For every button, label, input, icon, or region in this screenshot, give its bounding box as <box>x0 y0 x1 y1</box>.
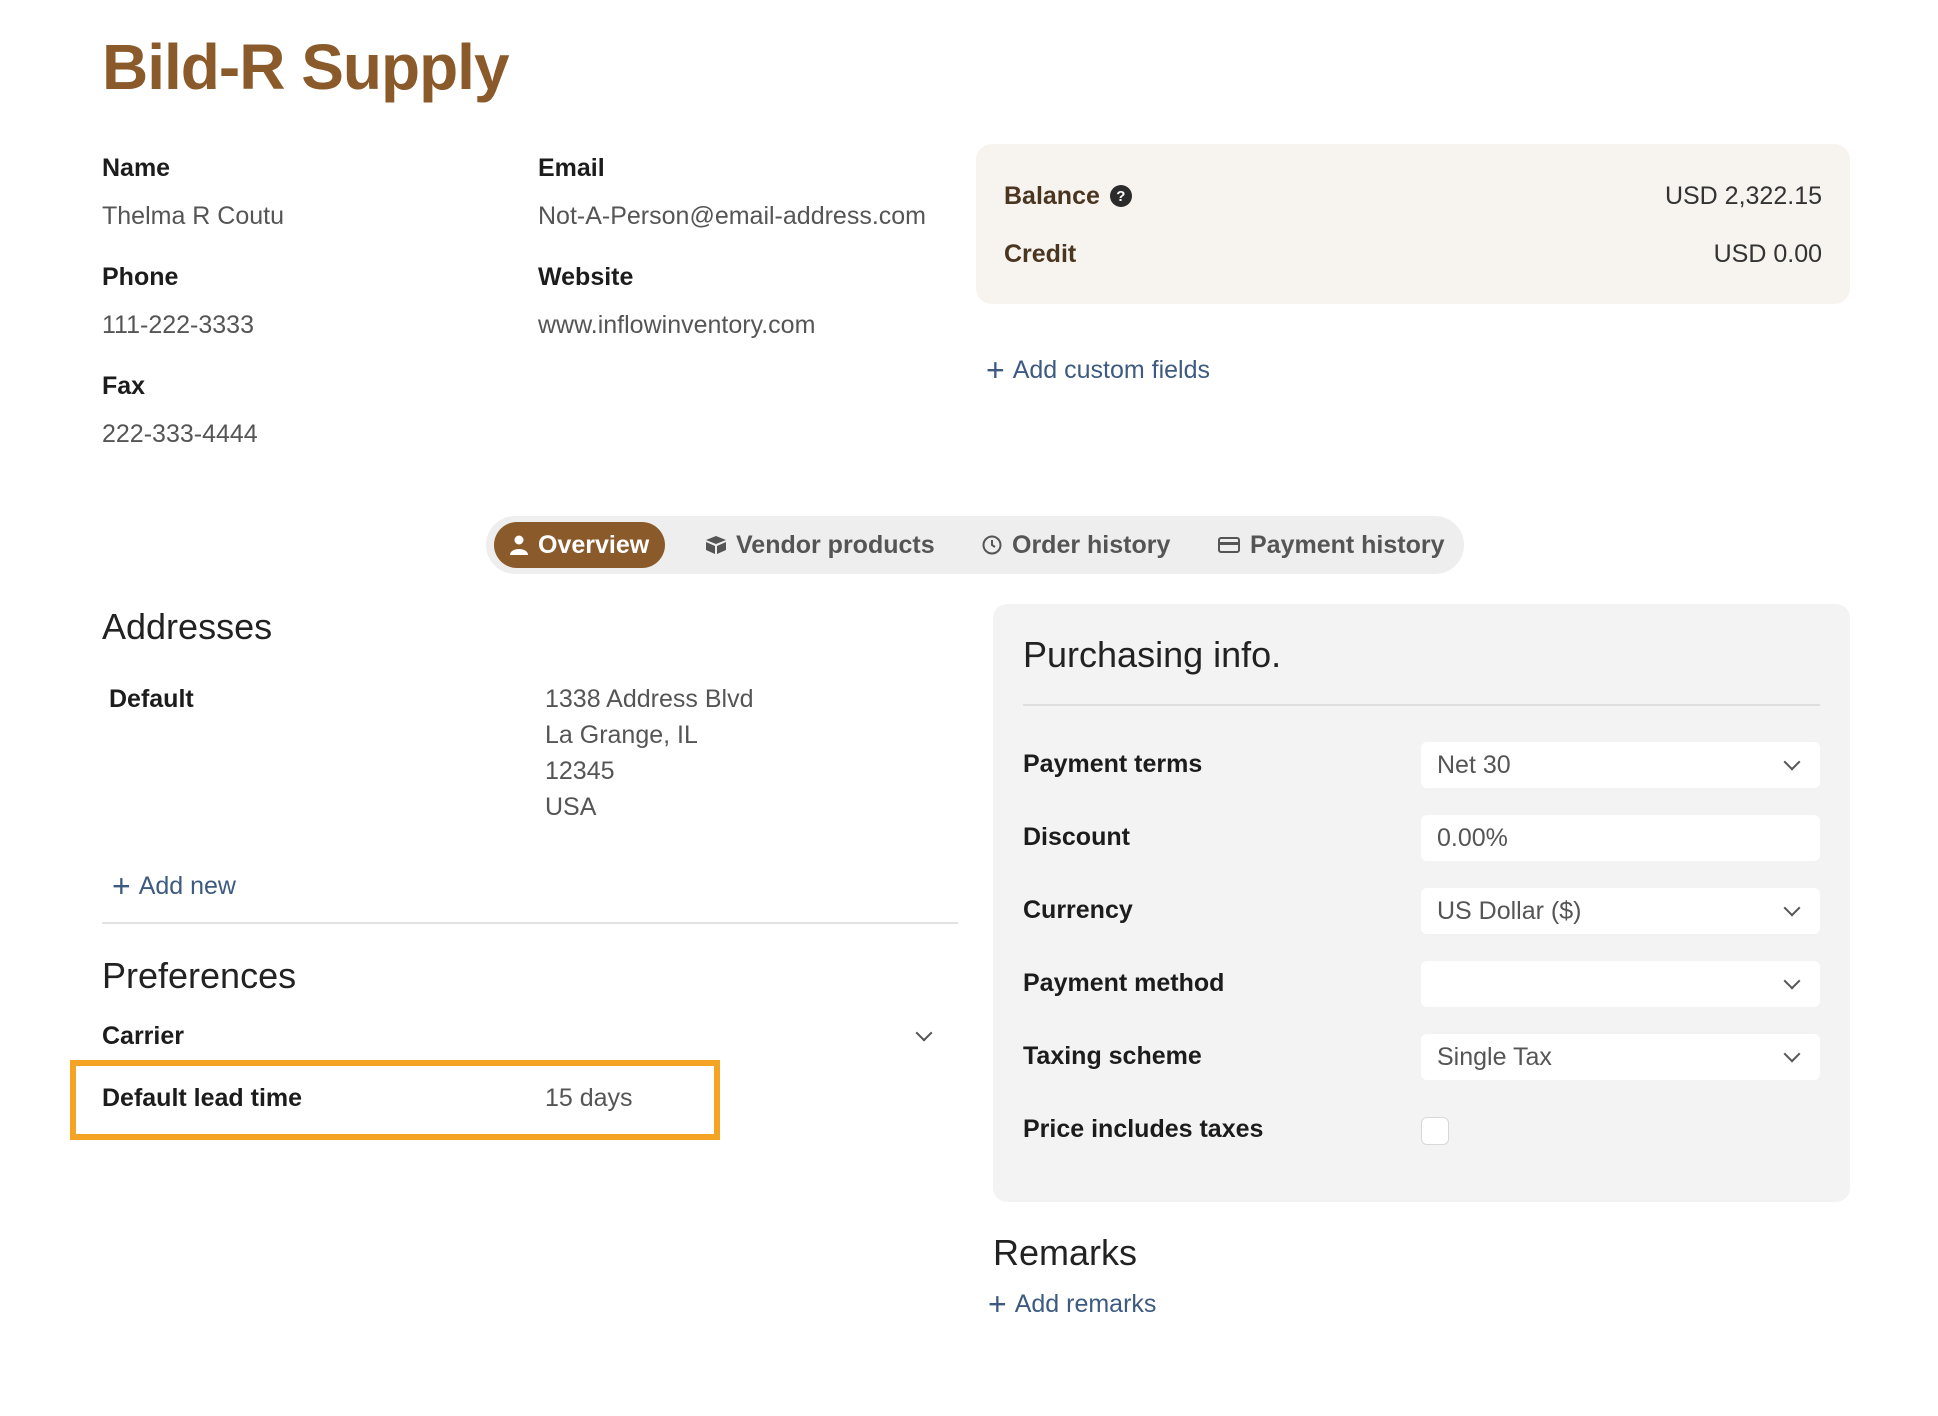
tab-bar: Overview Vendor products Order history P… <box>486 516 1464 574</box>
addresses-title: Addresses <box>102 606 273 647</box>
add-new-label: Add new <box>138 872 236 900</box>
credit-row: Credit USD 0.00 <box>1004 234 1822 274</box>
chevron-down-icon <box>1783 753 1801 771</box>
tab-payment-history-label: Payment history <box>1250 530 1445 559</box>
add-new-address-link[interactable]: + Add new <box>112 868 236 905</box>
tab-vendor-products-label: Vendor products <box>736 530 935 559</box>
lead-time-value[interactable]: 15 days <box>545 1084 633 1113</box>
credit-value: USD 0.00 <box>1713 239 1822 268</box>
discount-input[interactable]: 0.00% <box>1421 815 1820 861</box>
discount-row: Discount 0.00% <box>1023 815 1820 861</box>
clock-icon <box>982 535 1002 555</box>
tab-overview-label: Overview <box>538 530 650 559</box>
currency-value: US Dollar ($) <box>1437 896 1582 925</box>
chevron-down-icon <box>1783 1045 1801 1063</box>
plus-icon: + <box>112 868 131 904</box>
box-icon <box>706 536 726 554</box>
price-includes-taxes-checkbox[interactable] <box>1421 1117 1449 1145</box>
taxing-scheme-row: Taxing scheme Single Tax <box>1023 1034 1820 1080</box>
purchasing-panel: Purchasing info. Payment terms Net 30 Di… <box>993 604 1850 1202</box>
add-custom-fields-link[interactable]: + Add custom fields <box>986 352 1210 389</box>
price-includes-taxes-row: Price includes taxes <box>1023 1107 1820 1153</box>
remarks-title: Remarks <box>993 1232 1138 1273</box>
address-line-3: 12345 <box>545 757 615 785</box>
balance-row: Balance ? USD 2,322.15 <box>1004 176 1822 216</box>
website-label: Website <box>538 263 634 291</box>
chevron-down-icon <box>1783 972 1801 990</box>
lead-time-label: Default lead time <box>102 1084 303 1112</box>
website-value: www.inflowinventory.com <box>538 311 816 339</box>
tab-order-history-label: Order history <box>1012 530 1171 559</box>
address-line-2: La Grange, IL <box>545 721 698 749</box>
person-icon <box>510 535 528 555</box>
add-remarks-link[interactable]: + Add remarks <box>988 1286 1156 1323</box>
phone-label: Phone <box>102 263 179 291</box>
carrier-dropdown[interactable] <box>915 1024 933 1044</box>
tab-order-history[interactable]: Order history <box>982 522 1170 568</box>
chevron-down-icon <box>915 1024 933 1042</box>
balance-panel: Balance ? USD 2,322.15 Credit USD 0.00 <box>976 144 1850 304</box>
name-label: Name <box>102 154 171 182</box>
payment-terms-label: Payment terms <box>1023 750 1203 778</box>
payment-method-select[interactable] <box>1421 961 1820 1007</box>
payment-terms-value: Net 30 <box>1437 750 1511 779</box>
payment-method-row: Payment method <box>1023 961 1820 1007</box>
taxing-scheme-select[interactable]: Single Tax <box>1421 1034 1820 1080</box>
email-value: Not-A-Person@email-address.com <box>538 202 927 230</box>
help-icon[interactable]: ? <box>1109 185 1132 207</box>
purchasing-divider <box>1023 704 1820 706</box>
tab-payment-history[interactable]: Payment history <box>1218 522 1445 568</box>
section-divider <box>102 922 958 924</box>
taxing-scheme-value: Single Tax <box>1437 1042 1552 1071</box>
discount-label: Discount <box>1023 823 1130 851</box>
purchasing-title: Purchasing info. <box>1023 634 1282 675</box>
fax-label: Fax <box>102 372 146 400</box>
credit-label: Credit <box>1004 239 1077 268</box>
plus-icon: + <box>988 1286 1007 1322</box>
fax-value: 222-333-4444 <box>102 420 258 448</box>
currency-row: Currency US Dollar ($) <box>1023 888 1820 934</box>
address-line-1: 1338 Address Blvd <box>545 685 754 713</box>
chevron-down-icon <box>1783 899 1801 917</box>
name-value: Thelma R Coutu <box>102 202 285 230</box>
carrier-label: Carrier <box>102 1022 184 1050</box>
taxing-scheme-label: Taxing scheme <box>1023 1042 1202 1070</box>
payment-terms-select[interactable]: Net 30 <box>1421 742 1820 788</box>
payment-terms-row: Payment terms Net 30 <box>1023 742 1820 788</box>
balance-value: USD 2,322.15 <box>1664 181 1822 210</box>
tab-overview[interactable]: Overview <box>494 522 666 568</box>
price-includes-taxes-label: Price includes taxes <box>1023 1115 1264 1143</box>
email-label: Email <box>538 154 605 182</box>
vendor-title: Bild-R Supply <box>102 31 510 103</box>
phone-value: 111-222-3333 <box>102 311 254 339</box>
add-remarks-label: Add remarks <box>1014 1290 1157 1318</box>
address-line-4: USA <box>545 793 597 821</box>
address-default-label: Default <box>109 685 194 713</box>
payment-method-label: Payment method <box>1023 969 1225 997</box>
balance-label: Balance <box>1004 181 1100 210</box>
currency-select[interactable]: US Dollar ($) <box>1421 888 1820 934</box>
tab-vendor-products[interactable]: Vendor products <box>706 522 935 568</box>
card-icon <box>1218 537 1240 553</box>
currency-label: Currency <box>1023 896 1133 924</box>
plus-icon: + <box>986 352 1005 388</box>
discount-value: 0.00% <box>1437 823 1508 852</box>
add-custom-fields-label: Add custom fields <box>1012 356 1211 384</box>
preferences-title: Preferences <box>102 955 297 996</box>
